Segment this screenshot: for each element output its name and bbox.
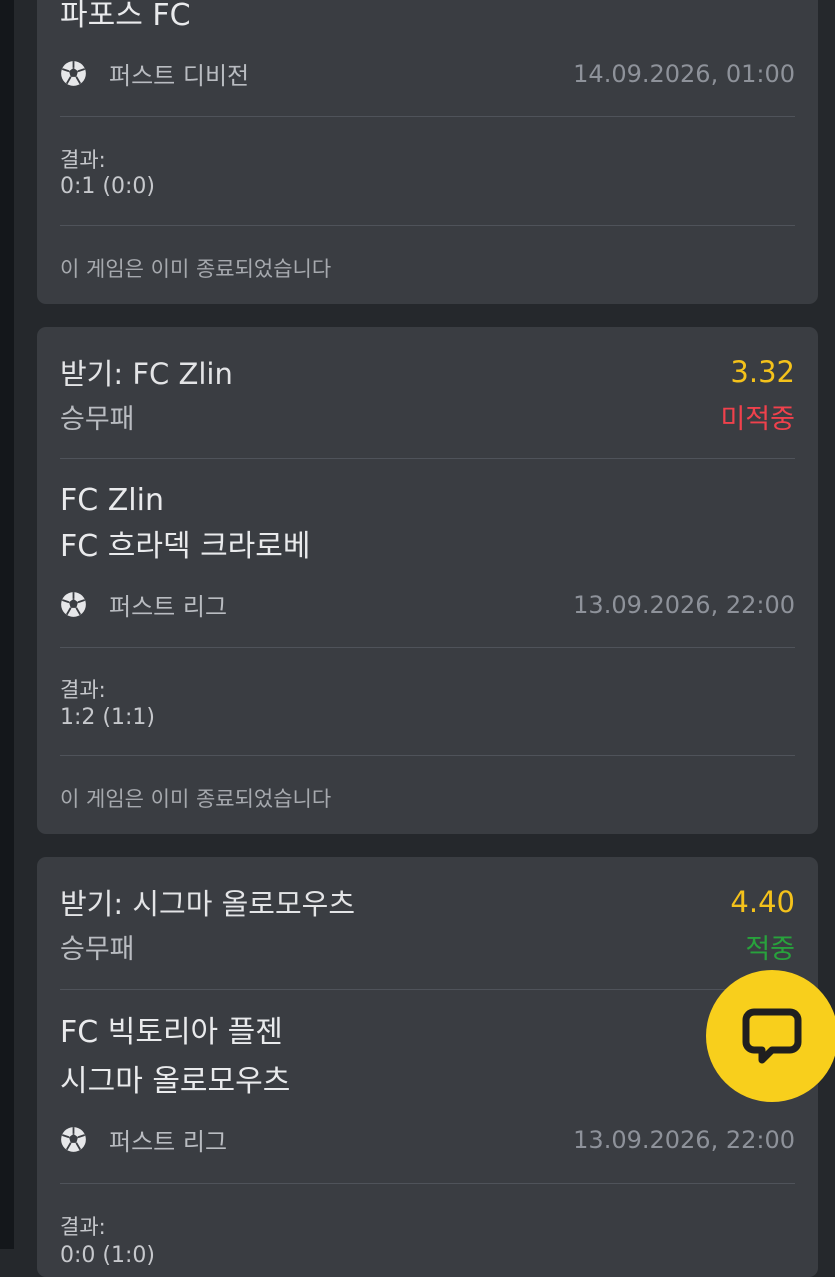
bet-header-row: 받기: 시그마 올로모우츠 4.40 [60, 881, 795, 923]
bet-odds: 3.32 [730, 355, 795, 389]
left-edge [0, 0, 14, 1249]
league-row: 퍼스트 리그 13.09.2026, 22:00 [60, 1122, 795, 1157]
match-date: 13.09.2026, 22:00 [573, 590, 795, 619]
bet-market: 승무패 [60, 404, 135, 435]
result-label: 결과: [60, 1215, 106, 1239]
bet-market-row: 승무패 적중 [60, 927, 795, 966]
league-row: 퍼스트 디비전 14.09.2026, 01:00 [60, 56, 795, 91]
team-home: FC Zlin [60, 483, 164, 518]
game-ended-notice: 이 게임은 이미 종료되었습니다 [60, 787, 332, 811]
bet-status-lost: 미적중 [720, 404, 795, 435]
soccer-ball-icon [61, 61, 86, 86]
divider [60, 116, 795, 117]
bet-card-2: 받기: FC Zlin 3.32 승무패 미적중 FC Zlin FC 흐라덱 … [37, 327, 818, 834]
chat-bubble-icon [742, 1008, 802, 1064]
result-value: 0:0 (1:0) [60, 1243, 155, 1268]
bet-selection: 받기: 시그마 올로모우츠 [60, 887, 356, 921]
bet-card-1: 파포스 FC 퍼스트 디비전 14.09.2026, 01:00 결과: 0:1… [37, 0, 818, 304]
league-name: 퍼스트 디비전 [109, 62, 250, 90]
team-home: FC 빅토리아 플젠 [60, 1015, 283, 1050]
divider [60, 458, 795, 459]
game-ended-notice: 이 게임은 이미 종료되었습니다 [60, 257, 332, 281]
league-name: 퍼스트 리그 [109, 593, 228, 621]
divider [60, 1183, 795, 1184]
match-date: 13.09.2026, 22:00 [573, 1125, 795, 1154]
team-away: FC 흐라덱 크라로베 [60, 529, 311, 564]
team-away: 시그마 올로모우츠 [60, 1064, 291, 1099]
league-name: 퍼스트 리그 [109, 1128, 228, 1156]
bet-selection: 받기: FC Zlin [60, 357, 233, 391]
bet-header-row: 받기: FC Zlin 3.32 [60, 351, 795, 393]
result-label: 결과: [60, 148, 106, 172]
divider [60, 225, 795, 226]
divider [60, 989, 795, 990]
league-row: 퍼스트 리그 13.09.2026, 22:00 [60, 587, 795, 622]
result-label: 결과: [60, 678, 106, 702]
soccer-ball-icon [61, 1127, 86, 1152]
divider [60, 755, 795, 756]
result-value: 0:1 (0:0) [60, 174, 155, 199]
result-value: 1:2 (1:1) [60, 705, 155, 730]
bet-status-won: 적중 [745, 934, 795, 965]
bet-market: 승무패 [60, 934, 135, 965]
divider [60, 647, 795, 648]
team-home: 파포스 FC [60, 0, 191, 33]
soccer-ball-icon [61, 592, 86, 617]
chat-button[interactable] [706, 970, 835, 1102]
bet-market-row: 승무패 미적중 [60, 397, 795, 436]
match-date: 14.09.2026, 01:00 [573, 59, 795, 88]
bet-odds: 4.40 [730, 885, 795, 919]
bet-card-3: 받기: 시그마 올로모우츠 4.40 승무패 적중 FC 빅토리아 플젠 시그마… [37, 857, 818, 1277]
